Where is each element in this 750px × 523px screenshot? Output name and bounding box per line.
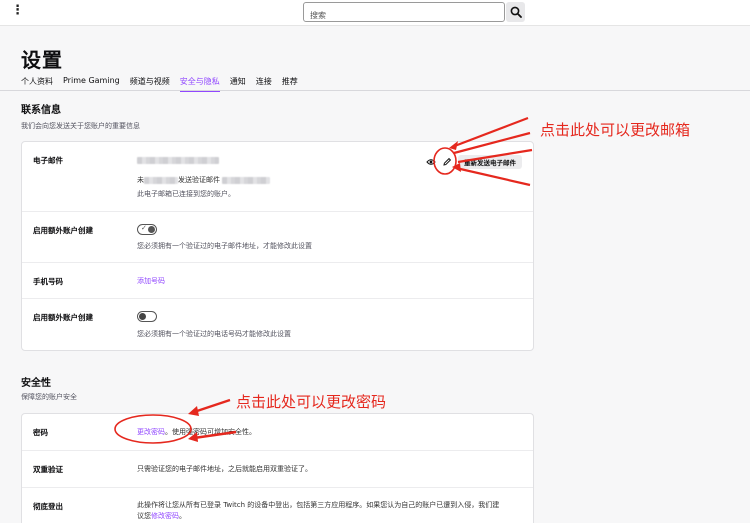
email-unverified-status: 未发送验证邮件 (137, 175, 270, 185)
annotation-password-hint: 点击此处可以更改密码 (236, 393, 387, 411)
logout-note-line1: 此操作将让您从所有已登录 Twitch 的设备中登出，包括第三方应用程序。如果您… (137, 501, 500, 509)
top-bar: ⋮ (0, 0, 750, 26)
email-value-masked (137, 156, 219, 164)
logout-note-line2: 议您修改密码。 (137, 512, 186, 520)
page-title: 设置 (21, 48, 63, 72)
password-note: 更改密码。使用强密码可增加安全性。 (137, 428, 256, 436)
extra-account-label-2: 启用额外账户创建 (33, 313, 93, 322)
extra-account-toggle[interactable]: ✓ (137, 224, 157, 235)
kebab-menu-icon[interactable]: ⋮ (11, 4, 24, 17)
annotation-arrow-5 (193, 398, 231, 414)
extra-account-phone-row: 启用额外账户创建 您必须拥有一个验证过的电话号码才能修改此设置 (22, 299, 533, 352)
search-box[interactable] (303, 2, 505, 25)
change-password-link[interactable]: 更改密码 (137, 428, 165, 436)
logout-change-password-link[interactable]: 修改密码 (151, 512, 179, 520)
eye-icon[interactable] (426, 158, 436, 166)
logout-label: 彻底登出 (33, 502, 63, 511)
check-icon: ✓ (141, 224, 147, 232)
extra-account-email-note: 您必须拥有一个验证过的电子邮件地址，才能修改此设置 (137, 242, 312, 250)
phone-label: 手机号码 (33, 277, 63, 286)
extra-account-label: 启用额外账户创建 (33, 226, 93, 235)
password-label: 密码 (33, 428, 48, 437)
search-icon (510, 6, 522, 18)
pencil-icon[interactable] (442, 157, 452, 167)
contact-card: 电子邮件 未发送验证邮件 此电子邮箱已连接到您的账户。 重新发送电子邮件 启用额… (21, 141, 534, 351)
password-row: 密码 更改密码。使用强密码可增加安全性。 (22, 414, 533, 451)
annotation-email-hint: 点击此处可以更改邮箱 (540, 121, 691, 139)
search-input[interactable] (304, 6, 504, 25)
phone-row: 手机号码 添加号码 (22, 263, 533, 299)
extra-account-phone-toggle[interactable] (137, 311, 157, 322)
twofa-row: 双重验证 只需验证您的电子邮件地址，之后就能启用双重验证了。 (22, 451, 533, 488)
email-connected-note: 此电子邮箱已连接到您的账户。 (137, 190, 235, 198)
extra-account-phone-note: 您必须拥有一个验证过的电话号码才能修改此设置 (137, 330, 291, 338)
email-row: 电子邮件 未发送验证邮件 此电子邮箱已连接到您的账户。 重新发送电子邮件 (22, 142, 533, 212)
security-section-subtitle: 保障您的账户安全 (21, 393, 77, 401)
email-label: 电子邮件 (33, 156, 63, 165)
twofa-note: 只需验证您的电子邮件地址，之后就能启用双重验证了。 (137, 465, 312, 473)
extra-account-email-row: 启用额外账户创建 ✓ 您必须拥有一个验证过的电子邮件地址，才能修改此设置 (22, 212, 533, 263)
contact-section-subtitle: 我们会向您发送关于您账户的重要信息 (21, 122, 140, 130)
logout-row: 彻底登出 此操作将让您从所有已登录 Twitch 的设备中登出，包括第三方应用程… (22, 488, 533, 523)
search-button[interactable] (506, 2, 525, 22)
contact-section-title: 联系信息 (21, 105, 61, 116)
security-section-title: 安全性 (21, 378, 51, 389)
add-phone-link[interactable]: 添加号码 (137, 276, 165, 286)
resend-email-button[interactable]: 重新发送电子邮件 (458, 155, 522, 169)
security-card: 密码 更改密码。使用强密码可增加安全性。 双重验证 只需验证您的电子邮件地址，之… (21, 413, 534, 523)
tabs-divider (0, 90, 750, 91)
twofa-label: 双重验证 (33, 465, 63, 474)
